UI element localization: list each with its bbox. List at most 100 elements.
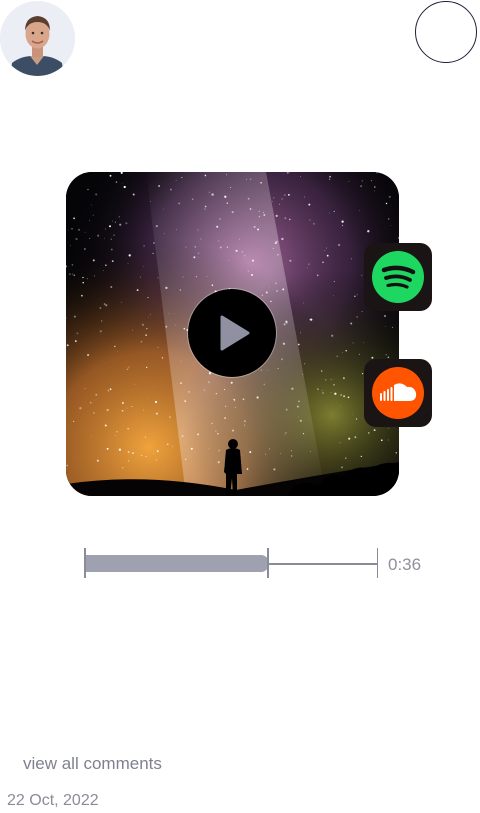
star xyxy=(308,263,310,265)
star xyxy=(239,238,240,240)
star xyxy=(66,344,69,347)
star xyxy=(139,276,141,278)
avatar[interactable] xyxy=(0,1,75,76)
soundcloud-button[interactable] xyxy=(364,359,432,427)
star xyxy=(224,417,226,419)
star xyxy=(103,270,104,271)
playback-progress-slider[interactable] xyxy=(84,548,378,578)
star xyxy=(320,370,323,372)
post-date: 22 Oct, 2022 xyxy=(7,792,99,809)
star xyxy=(260,182,262,184)
star xyxy=(228,259,230,261)
star xyxy=(300,332,301,334)
star xyxy=(115,435,116,437)
star xyxy=(107,389,110,392)
star xyxy=(310,318,313,321)
star xyxy=(361,310,363,313)
star xyxy=(284,194,286,196)
star xyxy=(127,367,129,369)
star xyxy=(92,214,94,216)
star xyxy=(84,248,86,250)
star xyxy=(345,457,347,459)
star xyxy=(326,254,329,257)
star xyxy=(97,234,100,237)
star xyxy=(218,240,220,242)
star xyxy=(87,353,90,357)
star xyxy=(161,357,164,359)
star xyxy=(180,382,182,384)
star xyxy=(388,195,391,198)
star xyxy=(114,345,116,348)
star xyxy=(281,198,283,200)
view-comments-link[interactable]: view all comments xyxy=(23,754,162,774)
star xyxy=(387,356,390,359)
star xyxy=(155,225,158,228)
progress-end-marker xyxy=(376,548,378,578)
star xyxy=(249,208,252,210)
star xyxy=(352,342,354,344)
star xyxy=(126,368,128,370)
star xyxy=(218,449,220,452)
star xyxy=(104,424,107,427)
star xyxy=(197,433,200,436)
star xyxy=(185,246,187,248)
star xyxy=(145,327,148,330)
soundcloud-icon xyxy=(372,367,424,419)
star xyxy=(348,180,350,182)
star xyxy=(339,404,341,406)
star xyxy=(211,422,213,425)
star xyxy=(235,249,238,252)
star xyxy=(117,351,119,352)
star xyxy=(250,178,252,180)
star xyxy=(155,459,158,461)
star xyxy=(385,325,386,327)
progress-handle[interactable] xyxy=(267,548,269,578)
star xyxy=(197,229,199,231)
star xyxy=(198,256,199,258)
star xyxy=(217,461,220,464)
star xyxy=(118,216,120,218)
star xyxy=(279,453,281,455)
star xyxy=(244,255,246,257)
star xyxy=(333,210,335,213)
star xyxy=(154,458,156,460)
star xyxy=(291,387,294,390)
star xyxy=(322,391,325,394)
star xyxy=(282,288,285,291)
star xyxy=(110,238,113,240)
star xyxy=(152,252,154,254)
star xyxy=(94,275,95,277)
star xyxy=(86,278,88,280)
star xyxy=(181,176,183,179)
star xyxy=(256,396,259,399)
star xyxy=(341,466,343,469)
star xyxy=(360,455,362,458)
star xyxy=(219,218,221,220)
star xyxy=(148,316,149,318)
star xyxy=(184,400,187,403)
star xyxy=(169,188,172,191)
star xyxy=(342,351,344,353)
star xyxy=(332,295,334,296)
star xyxy=(128,254,131,257)
star xyxy=(99,307,102,309)
header-circle-button[interactable] xyxy=(415,1,477,63)
star xyxy=(208,447,210,449)
star xyxy=(182,276,184,278)
star xyxy=(125,222,128,225)
spotify-button[interactable] xyxy=(364,243,432,311)
star xyxy=(297,343,300,346)
star xyxy=(106,408,109,412)
star xyxy=(168,313,170,315)
star xyxy=(158,185,161,187)
star xyxy=(224,405,227,407)
star xyxy=(302,432,305,435)
star xyxy=(108,225,112,228)
star xyxy=(358,353,360,355)
star xyxy=(380,439,383,442)
star xyxy=(231,211,234,214)
star xyxy=(127,262,129,264)
star xyxy=(144,436,147,438)
play-button[interactable] xyxy=(188,289,276,377)
star xyxy=(215,430,217,432)
